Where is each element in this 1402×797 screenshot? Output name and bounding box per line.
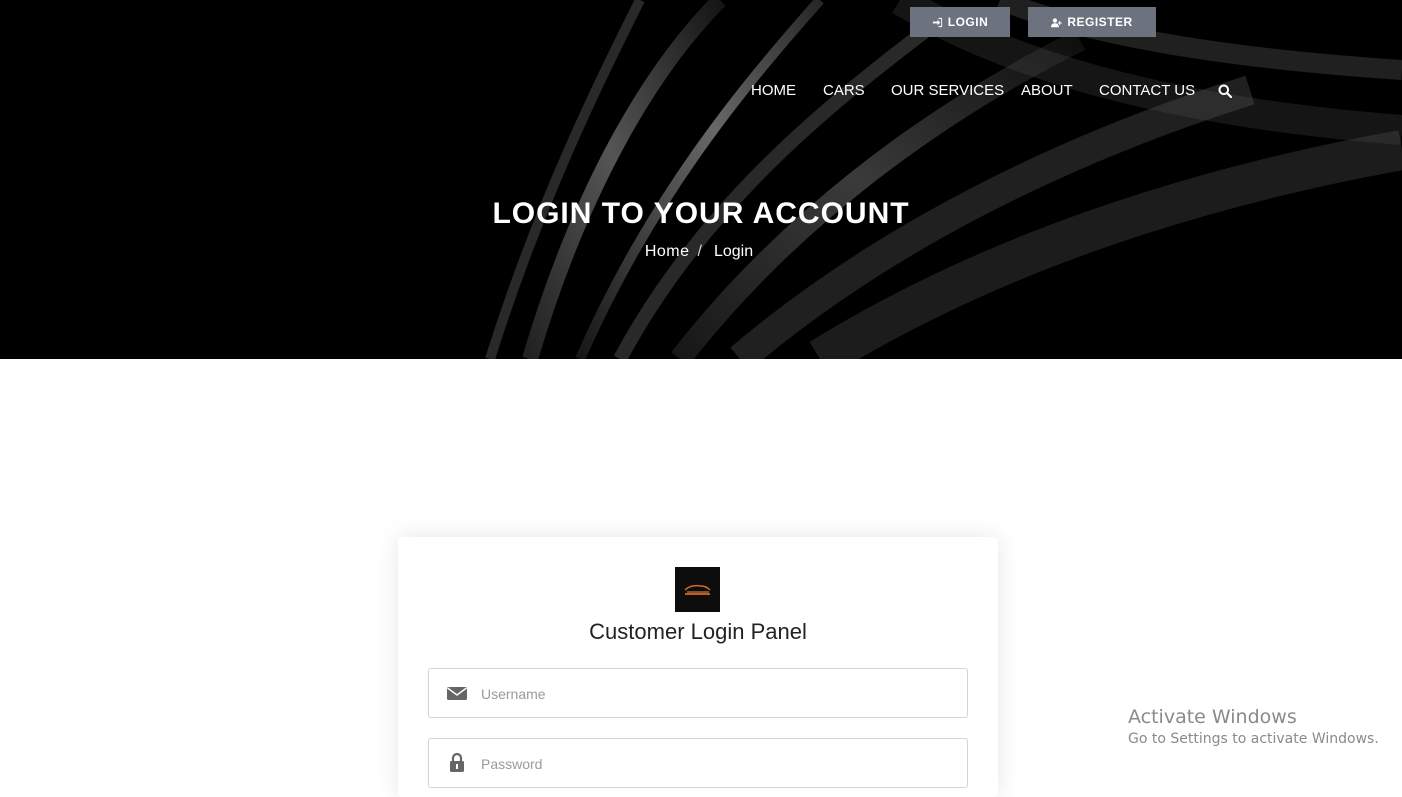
watermark-line1: Activate Windows xyxy=(1128,706,1297,728)
windows-activation-watermark: Activate Windows Go to Settings to activ… xyxy=(1128,705,1379,749)
watermark-line2: Go to Settings to activate Windows. xyxy=(1128,731,1379,747)
username-input[interactable] xyxy=(479,669,953,719)
password-field[interactable] xyxy=(428,738,968,789)
login-panel: Customer Login Panel xyxy=(398,537,998,797)
nav-item-our-services[interactable]: OUR SERVICES xyxy=(891,80,1004,102)
user-plus-icon xyxy=(1051,17,1063,27)
lock-icon xyxy=(450,752,464,772)
breadcrumb: Home / Login xyxy=(0,241,1402,263)
login-button[interactable]: LOGIN xyxy=(910,7,1010,37)
password-input[interactable] xyxy=(479,739,953,789)
nav-item-cars[interactable]: CARS xyxy=(823,80,865,102)
hero-background-streaks xyxy=(485,0,1402,359)
nav-item-contact-us[interactable]: CONTACT US xyxy=(1099,80,1195,102)
login-panel-title: Customer Login Panel xyxy=(589,619,807,644)
breadcrumb-current: Login xyxy=(713,243,754,260)
hero-banner: LOGIN REGISTER HOME CARS OUR SERVICES AB… xyxy=(0,0,1402,359)
register-button[interactable]: REGISTER xyxy=(1028,7,1156,37)
search-icon[interactable] xyxy=(1218,84,1232,98)
page-title: LOGIN TO YOUR ACCOUNT xyxy=(492,197,910,230)
envelope-icon xyxy=(447,687,467,700)
login-button-label: LOGIN xyxy=(947,15,989,29)
nav-item-home[interactable]: HOME xyxy=(751,80,796,102)
car-service-logo xyxy=(675,567,720,612)
breadcrumb-separator: / xyxy=(697,243,702,260)
breadcrumb-home-link[interactable]: Home xyxy=(645,243,690,260)
sign-in-icon xyxy=(932,17,942,27)
register-button-label: REGISTER xyxy=(1067,15,1133,29)
nav-item-about[interactable]: ABOUT xyxy=(1021,80,1073,102)
username-field[interactable] xyxy=(428,668,968,719)
